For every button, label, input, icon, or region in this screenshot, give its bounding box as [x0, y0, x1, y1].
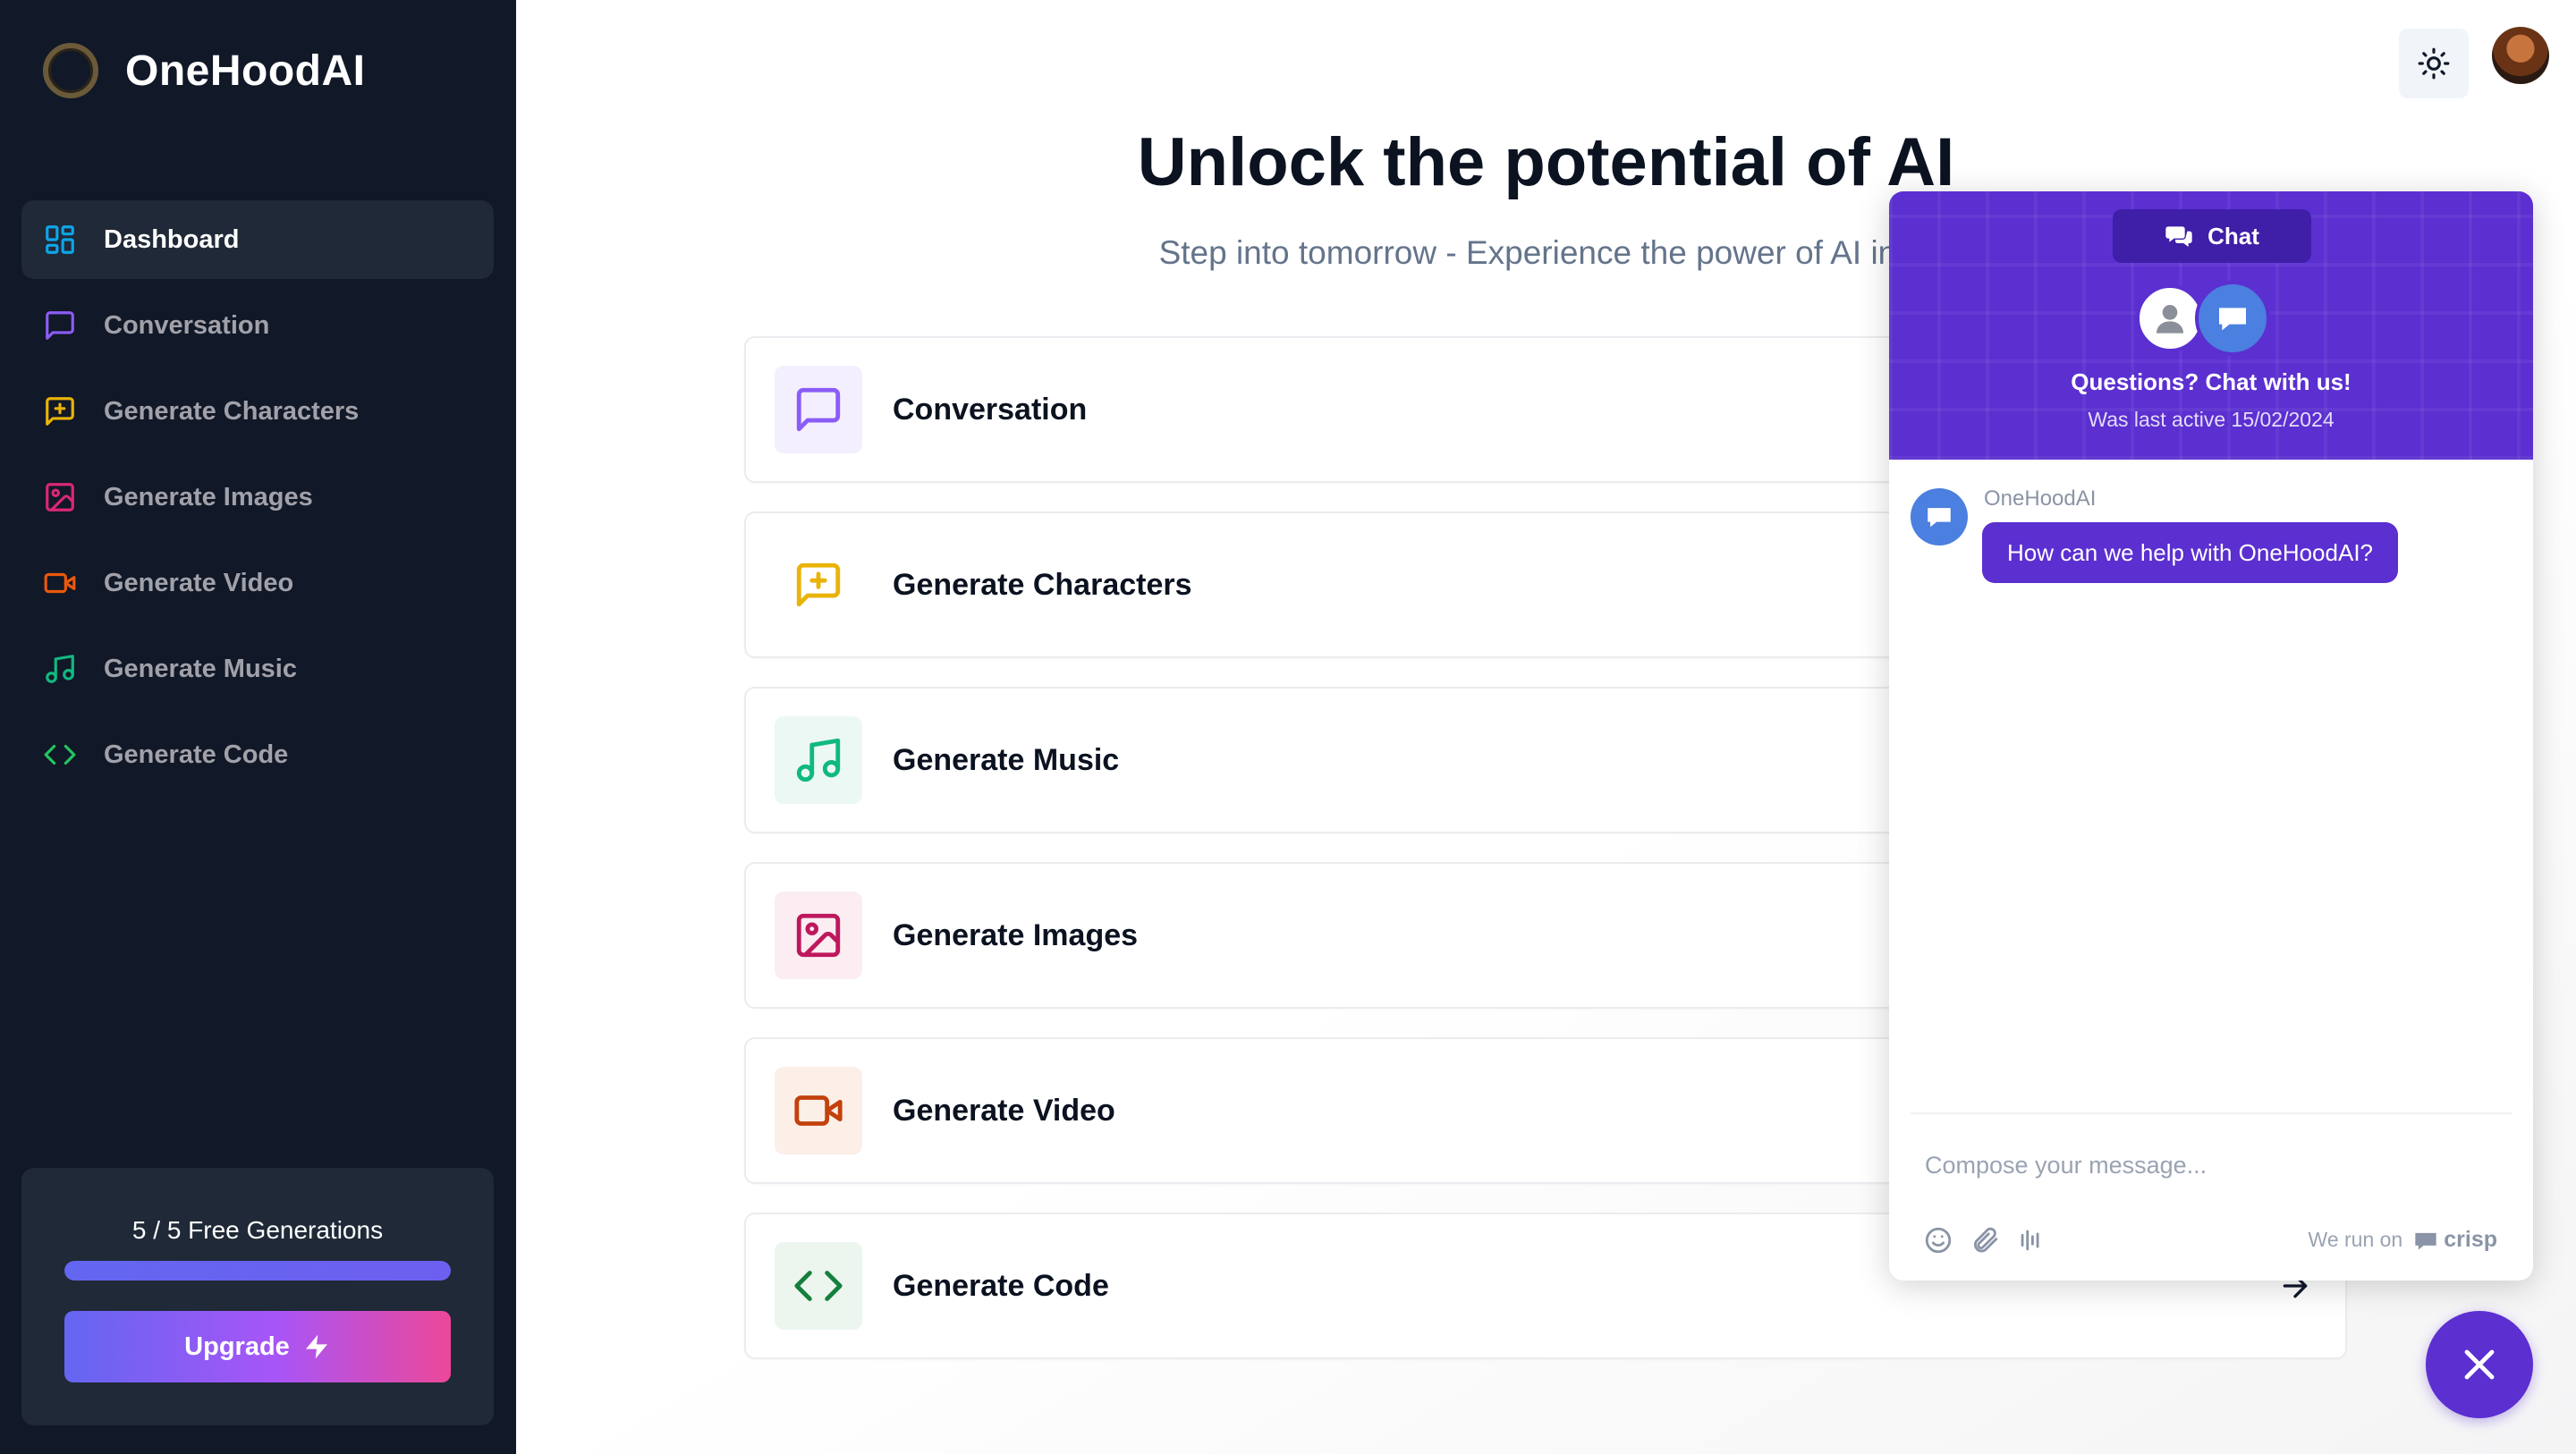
free-generations-progress	[64, 1261, 451, 1281]
chat-headline: Questions? Chat with us!	[2071, 368, 2351, 395]
sidebar-item-generate-characters[interactable]: Generate Characters	[21, 372, 494, 451]
message-square-plus-icon	[46, 397, 74, 426]
tool-label: Generate Video	[893, 1093, 1115, 1128]
free-generations-label: 5 / 5 Free Generations	[131, 1216, 384, 1244]
video-icon	[794, 1095, 843, 1126]
message-square-plus-icon	[796, 562, 841, 607]
chat-tab[interactable]: Chat	[2113, 209, 2311, 263]
operator-avatar	[2195, 281, 2270, 356]
sidebar-item-generate-video[interactable]: Generate Video	[21, 544, 494, 622]
message-bubble: How can we help with OneHoodAI?	[1982, 522, 2399, 583]
powered-by-prefix: We run on	[2308, 1228, 2403, 1251]
app-name: OneHoodAI	[125, 46, 366, 95]
emoji-icon[interactable]	[1923, 1225, 1953, 1255]
message-square-icon	[46, 311, 74, 340]
sidebar-item-label: Generate Video	[104, 568, 294, 597]
sidebar: OneHoodAI Dashboard Conversation Generat…	[0, 0, 516, 1454]
sidebar-item-label: Conversation	[104, 310, 270, 340]
chat-last-active: Was last active 15/02/2024	[2088, 408, 2334, 431]
upgrade-label: Upgrade	[184, 1331, 290, 1361]
sidebar-item-label: Generate Code	[104, 740, 289, 769]
free-generations-panel: 5 / 5 Free Generations Upgrade	[21, 1168, 494, 1425]
image-icon	[796, 913, 841, 958]
chat-toolbar	[1923, 1225, 2063, 1255]
tool-icon-box	[775, 366, 862, 453]
music-icon	[796, 738, 841, 782]
audio-waveform-icon[interactable]	[2016, 1225, 2046, 1255]
chat-tab-label: Chat	[2207, 222, 2259, 249]
music-icon	[46, 655, 74, 683]
sun-icon	[2418, 47, 2450, 80]
upgrade-button[interactable]: Upgrade	[64, 1311, 451, 1382]
sidebar-item-label: Dashboard	[104, 224, 240, 254]
sidebar-item-dashboard[interactable]: Dashboard	[21, 200, 494, 279]
chat-bubble-icon	[1928, 508, 1951, 528]
app-logo[interactable]: OneHoodAI	[43, 43, 365, 98]
chat-header: Chat Questions? Chat with us! Was last a…	[1889, 191, 2533, 460]
user-avatar[interactable]	[2492, 27, 2549, 84]
video-icon	[44, 572, 76, 594]
tool-icon-box	[775, 1242, 862, 1330]
sidebar-item-label: Generate Images	[104, 482, 313, 511]
sidebar-nav: Dashboard Conversation Generate Characte…	[21, 200, 494, 801]
tool-label: Conversation	[893, 392, 1088, 427]
zap-icon	[305, 1334, 327, 1359]
divider	[1911, 1112, 2512, 1114]
crisp-logo-icon	[2415, 1232, 2436, 1249]
compose-input[interactable]	[1925, 1143, 2497, 1188]
sidebar-item-generate-code[interactable]: Generate Code	[21, 715, 494, 794]
chat-close-button[interactable]	[2426, 1311, 2533, 1418]
chat-bubble-icon	[2219, 308, 2246, 331]
layout-dashboard-icon	[46, 225, 74, 254]
message-square-icon	[796, 387, 841, 432]
image-icon	[46, 483, 74, 511]
theme-toggle-button[interactable]	[2399, 29, 2469, 98]
user-icon	[2157, 305, 2183, 334]
tool-label: Generate Code	[893, 1268, 1109, 1303]
sender-avatar	[1911, 488, 1968, 545]
operator-avatars	[2136, 281, 2288, 356]
powered-by[interactable]: We run on crisp	[2309, 1227, 2497, 1253]
progress-fill	[64, 1261, 451, 1281]
page-title: Unlock the potential of AI	[1137, 124, 1955, 200]
tool-icon-box	[775, 541, 862, 629]
tool-icon-box	[775, 892, 862, 979]
code-icon	[44, 744, 76, 765]
sidebar-item-label: Generate Music	[104, 654, 297, 683]
sidebar-item-generate-images[interactable]: Generate Images	[21, 458, 494, 537]
code-icon	[794, 1271, 843, 1301]
close-icon	[2464, 1349, 2495, 1380]
message-sender: OneHoodAI	[1984, 486, 2097, 511]
paperclip-icon[interactable]	[1970, 1225, 2000, 1255]
tool-icon-box	[775, 1067, 862, 1154]
sidebar-item-label: Generate Characters	[104, 396, 360, 426]
powered-by-brand: crisp	[2444, 1227, 2497, 1252]
logo-icon	[43, 43, 98, 98]
chat-bubbles-icon	[2165, 226, 2192, 247]
tool-label: Generate Images	[893, 917, 1139, 952]
tool-icon-box	[775, 716, 862, 804]
chat-widget: Chat Questions? Chat with us! Was last a…	[1889, 191, 2533, 1281]
tool-label: Generate Characters	[893, 567, 1192, 602]
sidebar-item-generate-music[interactable]: Generate Music	[21, 630, 494, 708]
sidebar-item-conversation[interactable]: Conversation	[21, 286, 494, 365]
tool-label: Generate Music	[893, 742, 1120, 777]
operator-avatar	[2136, 284, 2204, 352]
